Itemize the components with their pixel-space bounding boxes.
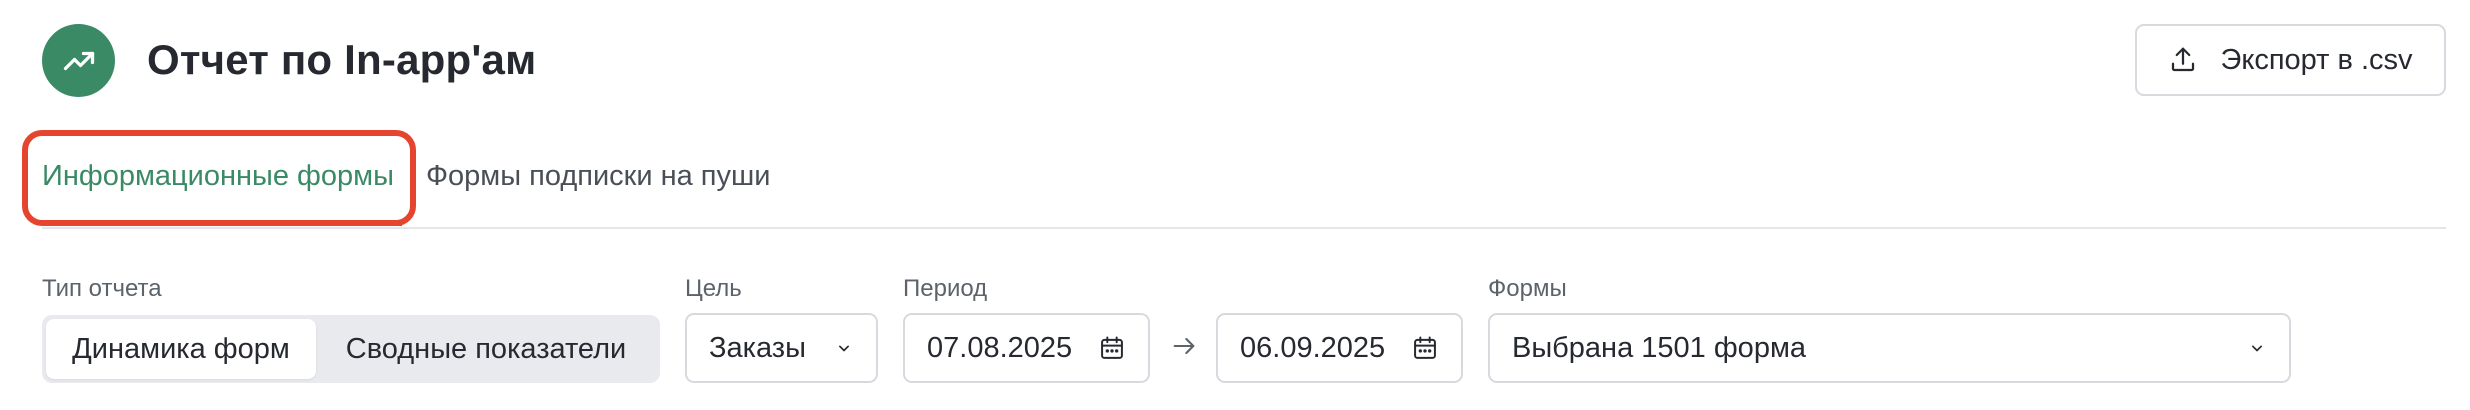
inapp-report-page: Отчет по In-app'ам Экспорт в .csv Информ… (0, 0, 2470, 410)
upload-icon (2168, 45, 2198, 75)
tab-push-subscription-forms[interactable]: Формы подписки на пуши (426, 150, 770, 202)
export-csv-label: Экспорт в .csv (2220, 43, 2413, 76)
goal-label: Цель (685, 275, 742, 302)
period-label: Период (903, 275, 988, 302)
tab-info-forms[interactable]: Информационные формы (42, 150, 394, 202)
goal-select[interactable]: Заказы (685, 313, 878, 383)
report-type-segmented-control: Динамика форм Сводные показатели (42, 315, 660, 383)
period-from-input[interactable]: 07.08.2025 (903, 313, 1150, 383)
period-to-value: 06.09.2025 (1240, 331, 1386, 364)
goal-select-value: Заказы (709, 331, 806, 364)
tabs-divider (42, 227, 2446, 229)
segment-summary-metrics[interactable]: Сводные показатели (316, 319, 656, 379)
segment-forms-dynamics[interactable]: Динамика форм (46, 319, 316, 379)
chevron-down-icon (834, 338, 854, 358)
period-from-value: 07.08.2025 (927, 331, 1073, 364)
calendar-icon (1098, 334, 1126, 362)
chevron-down-icon (2247, 338, 2267, 358)
page-title: Отчет по In-app'ам (147, 36, 537, 83)
period-to-input[interactable]: 06.09.2025 (1216, 313, 1463, 383)
arrow-right-icon (1170, 332, 1198, 360)
calendar-icon (1411, 334, 1439, 362)
trending-up-icon (42, 24, 115, 97)
forms-label: Формы (1488, 275, 1567, 302)
forms-select[interactable]: Выбрана 1501 форма (1488, 313, 2291, 383)
active-tab-indicator (42, 222, 402, 226)
export-csv-button[interactable]: Экспорт в .csv (2135, 24, 2446, 96)
report-type-label: Тип отчета (42, 275, 162, 302)
forms-select-value: Выбрана 1501 форма (1512, 331, 1807, 364)
